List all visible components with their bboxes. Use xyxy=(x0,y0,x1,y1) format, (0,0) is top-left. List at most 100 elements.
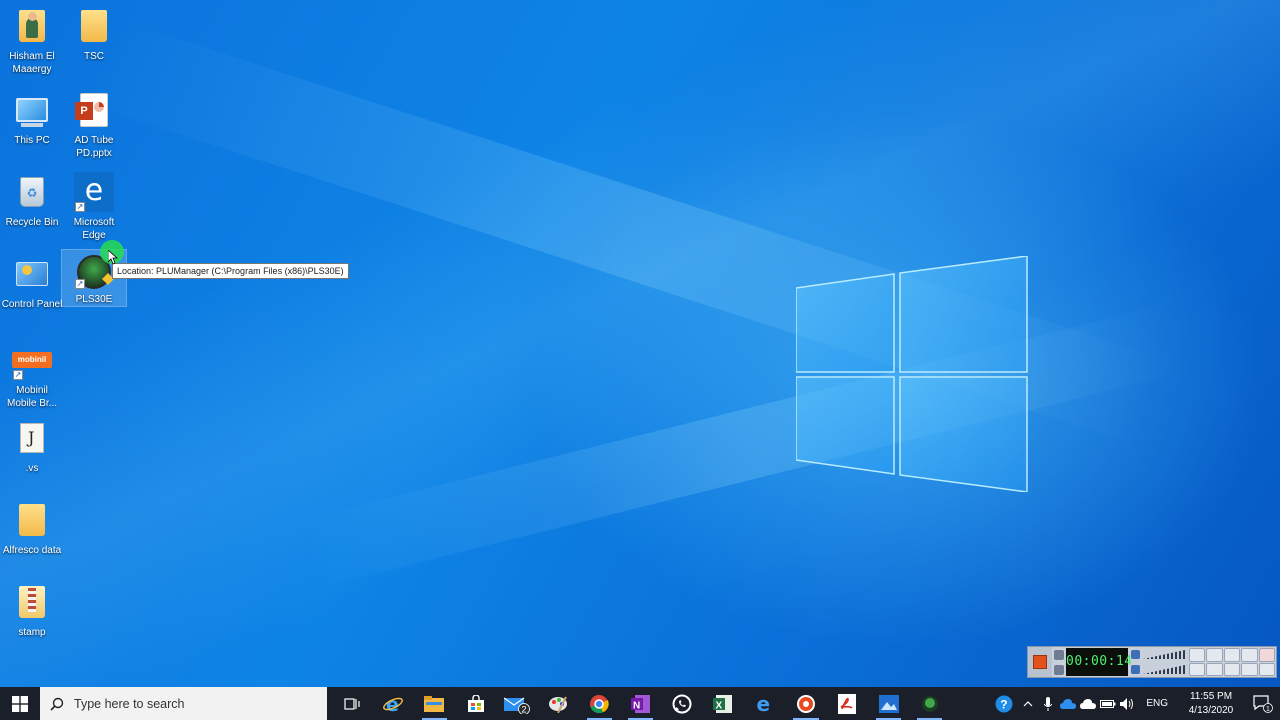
desktop-icon-label: Control Panel xyxy=(1,299,63,310)
taskbar-recorder[interactable] xyxy=(785,687,826,720)
taskbar-clock[interactable]: 11:55 PM 4/13/2020 xyxy=(1176,690,1246,718)
desktop-icon-ad-tube[interactable]: P AD Tube PD.pptx xyxy=(62,90,126,160)
microphone-icon[interactable] xyxy=(1131,665,1140,674)
window-icon[interactable] xyxy=(1223,662,1241,676)
settings-icon[interactable] xyxy=(1223,648,1241,662)
pause-icon[interactable] xyxy=(1054,664,1064,675)
action-center-button[interactable]: 1 xyxy=(1246,687,1280,720)
tray-onedrive-business[interactable] xyxy=(1058,687,1078,720)
taskbar-edge[interactable]: e xyxy=(744,687,785,720)
taskbar-onenote[interactable]: N xyxy=(620,687,661,720)
photos-icon xyxy=(878,694,899,713)
taskbar-acrobat[interactable] xyxy=(827,687,868,720)
input-language[interactable]: ENG xyxy=(1138,698,1176,709)
shortcut-arrow-icon: ↗ xyxy=(75,202,85,212)
desktop-icon-hisham[interactable]: Hisham El Maaergy xyxy=(0,6,64,76)
taskbar-internet-explorer[interactable]: e xyxy=(372,687,413,720)
screen-recorder-widget[interactable]: 00:00:14 xyxy=(1027,646,1277,678)
start-button[interactable] xyxy=(0,687,40,720)
tray-battery[interactable] xyxy=(1098,687,1118,720)
taskbar-whatsapp[interactable] xyxy=(661,687,702,720)
help-button[interactable]: ? xyxy=(990,687,1018,720)
desktop-icon-label: Mobinil Mobile Br... xyxy=(6,385,58,409)
system-tray: ? ENG 11:55 PM 4/13/2020 1 xyxy=(990,687,1280,720)
desktop[interactable]: Hisham El Maaergy This PC ♻ Recycle Bin … xyxy=(0,0,1280,687)
whatsapp-icon xyxy=(672,694,692,713)
webcam-icon[interactable] xyxy=(1189,648,1206,662)
desktop-icon-vs[interactable]: J .vs xyxy=(0,418,64,475)
svg-text:X: X xyxy=(716,700,723,711)
paint-icon xyxy=(549,696,568,713)
computer-icon xyxy=(12,90,52,130)
region-icon[interactable] xyxy=(1189,662,1206,676)
taskbar-apps: e 2 N X e xyxy=(331,687,950,720)
windows-start-icon xyxy=(12,695,28,712)
desktop-icon-recycle-bin[interactable]: ♻ Recycle Bin xyxy=(0,172,64,229)
desktop-icon-control-panel[interactable]: Control Panel xyxy=(0,254,64,311)
desktop-icon-label: Hisham El Maaergy xyxy=(9,51,55,75)
taskbar-file-explorer[interactable] xyxy=(414,687,455,720)
task-view-icon xyxy=(344,697,360,710)
mic-level-meter xyxy=(1143,665,1185,674)
clock-date: 4/13/2020 xyxy=(1188,704,1234,716)
shortcut-arrow-icon: ↗ xyxy=(13,370,23,380)
search-placeholder: Type here to search xyxy=(74,696,185,711)
recording-timer: 00:00:14 xyxy=(1066,648,1132,676)
chrome-icon xyxy=(590,694,610,713)
draw-icon[interactable] xyxy=(1241,648,1258,662)
taskbar-chrome[interactable] xyxy=(579,687,620,720)
acrobat-icon xyxy=(838,693,857,714)
mail-icon: 2 xyxy=(503,697,530,714)
notification-count: 1 xyxy=(1266,706,1270,713)
taskbar-pls30e[interactable] xyxy=(909,687,950,720)
monitor-icon[interactable] xyxy=(1241,662,1258,676)
microphone-icon xyxy=(1044,696,1053,711)
desktop-icon-this-pc[interactable]: This PC xyxy=(0,90,64,147)
icon-tooltip: Location: PLUManager (C:\Program Files (… xyxy=(112,263,349,279)
wallpaper-light-beam xyxy=(300,302,1191,588)
desktop-icon-label: Microsoft Edge xyxy=(73,217,115,241)
clock-time: 11:55 PM xyxy=(1189,690,1233,702)
desktop-icon-tsc[interactable]: TSC xyxy=(62,6,126,63)
taskbar-mail[interactable]: 2 xyxy=(496,687,537,720)
multi-monitor-icon[interactable] xyxy=(1258,662,1275,676)
desktop-icon-stamp[interactable]: stamp xyxy=(0,582,64,639)
desktop-icon-label: stamp xyxy=(18,627,46,638)
timer-icon[interactable] xyxy=(1054,649,1064,660)
tray-onedrive[interactable] xyxy=(1078,687,1098,720)
archive-folder-icon xyxy=(12,582,52,622)
mail-badge: 2 xyxy=(521,704,526,714)
svg-text:?: ? xyxy=(1001,697,1008,711)
taskbar-search-box[interactable]: Type here to search xyxy=(40,687,327,720)
record-stop-button[interactable] xyxy=(1028,647,1052,677)
desktop-icon-label: This PC xyxy=(14,135,50,146)
desktop-icon-label: Recycle Bin xyxy=(5,217,59,228)
desktop-icon-label: TSC xyxy=(84,51,104,62)
desktop-icon-edge[interactable]: e ↗ Microsoft Edge xyxy=(62,172,126,242)
close-icon[interactable] xyxy=(1258,648,1275,662)
folder-icon xyxy=(74,6,114,46)
desktop-icon-label: AD Tube PD.pptx xyxy=(74,135,114,159)
file-explorer-icon xyxy=(424,695,445,712)
show-hidden-icons-button[interactable] xyxy=(1018,687,1038,720)
desktop-icon-alfresco[interactable]: Alfresco data xyxy=(0,500,64,557)
user-folder-icon xyxy=(12,6,52,46)
recorder-icon xyxy=(796,694,815,713)
tray-volume[interactable] xyxy=(1118,687,1138,720)
taskbar-paint[interactable] xyxy=(537,687,578,720)
desktop-icon-label: .vs xyxy=(25,463,39,474)
desktop-icon-mobinil[interactable]: mobinil ↗ Mobinil Mobile Br... xyxy=(0,340,64,410)
mobinil-icon: mobinil ↗ xyxy=(12,340,52,380)
taskbar-task-view[interactable] xyxy=(331,687,372,720)
svg-text:N: N xyxy=(633,700,640,711)
taskbar-excel[interactable]: X xyxy=(703,687,744,720)
speaker-icon[interactable] xyxy=(1131,650,1140,659)
document-icon: J xyxy=(12,418,52,458)
fullscreen-icon[interactable] xyxy=(1206,662,1223,676)
taskbar-photos[interactable] xyxy=(868,687,909,720)
folder-icon[interactable] xyxy=(1206,648,1223,662)
taskbar-store[interactable] xyxy=(455,687,496,720)
tray-microphone[interactable] xyxy=(1038,687,1058,720)
svg-text:e: e xyxy=(756,694,770,714)
shortcut-arrow-icon: ↗ xyxy=(75,279,85,289)
